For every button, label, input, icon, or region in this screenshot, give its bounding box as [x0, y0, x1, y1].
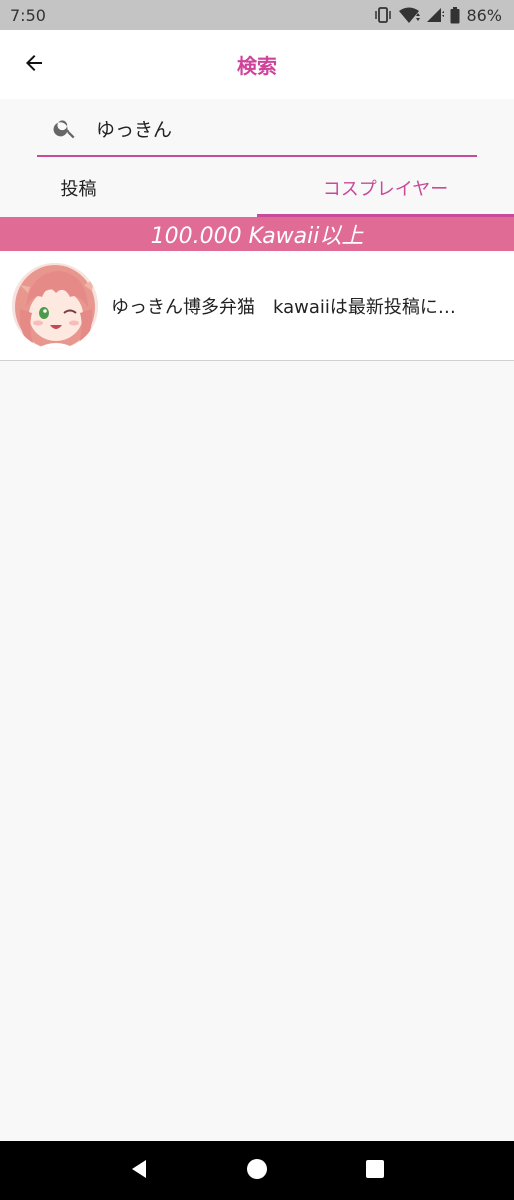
system-nav-bar	[0, 1141, 514, 1200]
result-name: ゆっきん博多弁猫 kawaiiは最新投稿に…	[111, 297, 456, 318]
back-button[interactable]	[14, 45, 54, 85]
status-icons: 86%	[374, 6, 502, 25]
nav-back-button[interactable]	[119, 1151, 159, 1191]
tab-posts-label: 投稿	[60, 179, 97, 200]
page-title: 検索	[237, 54, 277, 78]
battery-icon	[450, 6, 460, 24]
kawaii-threshold-banner: 100.000 Kawaii以上	[0, 217, 514, 251]
app-bar: 検索	[0, 30, 514, 99]
avatar	[12, 263, 98, 349]
status-time: 7:50	[10, 5, 46, 25]
nav-home-button[interactable]	[237, 1151, 277, 1191]
status-bar: 7:50 86%	[0, 0, 514, 30]
search-icon	[52, 115, 78, 145]
back-triangle-icon	[128, 1158, 150, 1184]
search-input[interactable]	[96, 111, 466, 145]
tab-cosplayers-label: コスプレイヤー	[322, 179, 449, 200]
vibrate-icon	[374, 7, 392, 23]
home-circle-icon	[246, 1158, 268, 1184]
tab-bar: 投稿 コスプレイヤー	[0, 159, 514, 217]
banner-text: 100.000 Kawaii以上	[150, 224, 364, 249]
nav-recents-button[interactable]	[355, 1151, 395, 1191]
list-item[interactable]: ゆっきん博多弁猫 kawaiiは最新投稿に…	[0, 251, 514, 361]
tab-cosplayers[interactable]: コスプレイヤー	[257, 159, 514, 217]
search-bar	[0, 99, 514, 159]
signal-icon	[426, 7, 445, 23]
recents-square-icon	[365, 1159, 385, 1183]
battery-percent: 86%	[466, 5, 502, 25]
wifi-icon	[398, 7, 421, 23]
tab-posts[interactable]: 投稿	[0, 159, 257, 217]
search-underline	[37, 155, 477, 157]
arrow-left-icon	[22, 51, 46, 79]
